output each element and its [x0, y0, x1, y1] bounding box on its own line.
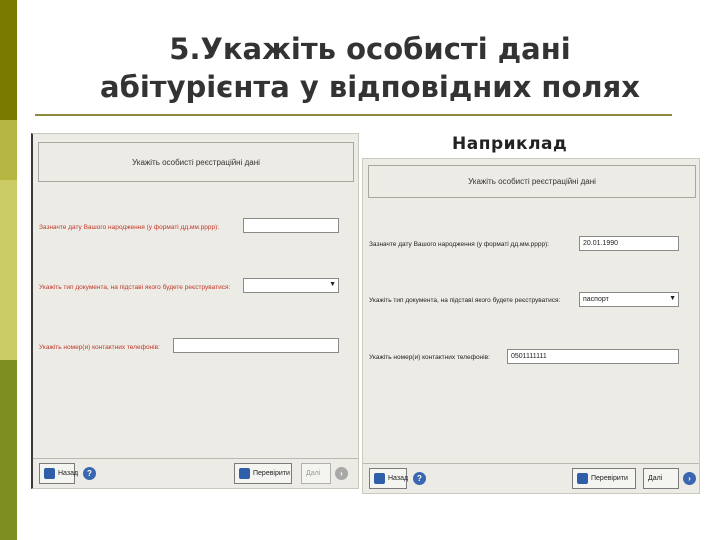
- phone-label: Укажіть номер(и) контактних телефонів:: [369, 354, 490, 361]
- help-icon[interactable]: ?: [413, 472, 426, 485]
- side-bar-segment: [0, 120, 17, 180]
- title-divider: [35, 114, 672, 116]
- document-type-select[interactable]: ▼: [243, 278, 339, 293]
- phone-label: Укажіть номер(и) контактних телефонів:: [39, 344, 160, 351]
- next-arrow-icon: ›: [335, 467, 348, 480]
- button-bar: Назад ? Перевірити Далі ›: [363, 463, 699, 493]
- empty-form-panel: Укажіть особисті реєстраційні дані Зазна…: [31, 133, 359, 489]
- button-bar: Назад ? Перевірити Далі ›: [33, 458, 358, 488]
- form-heading-text: Укажіть особисті реєстраційні дані: [132, 157, 260, 167]
- form-heading: Укажіть особисті реєстраційні дані: [38, 142, 354, 182]
- back-button[interactable]: Назад: [369, 468, 409, 489]
- document-type-label: Укажіть тип документа, на підставі якого…: [39, 284, 231, 291]
- back-button-label: Назад: [58, 470, 79, 477]
- back-button[interactable]: Назад: [39, 463, 79, 484]
- next-button-label: Далі: [306, 470, 321, 477]
- back-arrow-icon: [44, 468, 55, 479]
- slide-title-line-2: абітурієнта у відповідних полях: [100, 70, 640, 104]
- slide-title-line-1: 5.Укажіть особисті дані: [169, 32, 571, 66]
- birth-date-label: Зазначте дату Вашого народження (у форма…: [369, 241, 550, 248]
- dropdown-arrow-icon: ▼: [329, 281, 336, 288]
- check-button[interactable]: Перевірити: [572, 468, 636, 489]
- next-button[interactable]: Далі: [643, 468, 679, 489]
- document-type-select[interactable]: паспорт ▼: [579, 292, 679, 307]
- side-bar-segment: [0, 180, 17, 360]
- document-type-label: Укажіть тип документа, на підставі якого…: [369, 297, 561, 304]
- filled-form-panel: Укажіть особисті реєстраційні дані Зазна…: [362, 158, 700, 494]
- slide-title: 5.Укажіть особисті дані абітурієнта у ві…: [40, 30, 700, 106]
- next-button-label: Далі: [648, 475, 663, 482]
- check-icon: [577, 473, 588, 484]
- back-button-label: Назад: [388, 475, 409, 482]
- next-arrow-icon[interactable]: ›: [683, 472, 696, 485]
- document-type-value: паспорт: [583, 296, 609, 303]
- birth-date-input[interactable]: [243, 218, 339, 233]
- example-label: Наприклад: [452, 134, 568, 154]
- check-button-label: Перевірити: [253, 470, 290, 477]
- phone-input[interactable]: 0501111111: [507, 349, 679, 364]
- form-heading: Укажіть особисті реєстраційні дані: [368, 165, 696, 198]
- check-button[interactable]: Перевірити: [234, 463, 292, 484]
- birth-date-input[interactable]: 20.01.1990: [579, 236, 679, 251]
- form-heading-text: Укажіть особисті реєстраційні дані: [468, 177, 596, 186]
- decorative-side-bar: [0, 0, 17, 540]
- dropdown-arrow-icon: ▼: [669, 295, 676, 302]
- check-icon: [239, 468, 250, 479]
- birth-date-label: Зазначте дату Вашого народження (у форма…: [39, 224, 220, 231]
- help-icon[interactable]: ?: [83, 467, 96, 480]
- side-bar-segment: [0, 0, 17, 120]
- side-bar-segment: [0, 360, 17, 540]
- next-button[interactable]: Далі: [301, 463, 331, 484]
- check-button-label: Перевірити: [591, 475, 628, 482]
- phone-input[interactable]: [173, 338, 339, 353]
- back-arrow-icon: [374, 473, 385, 484]
